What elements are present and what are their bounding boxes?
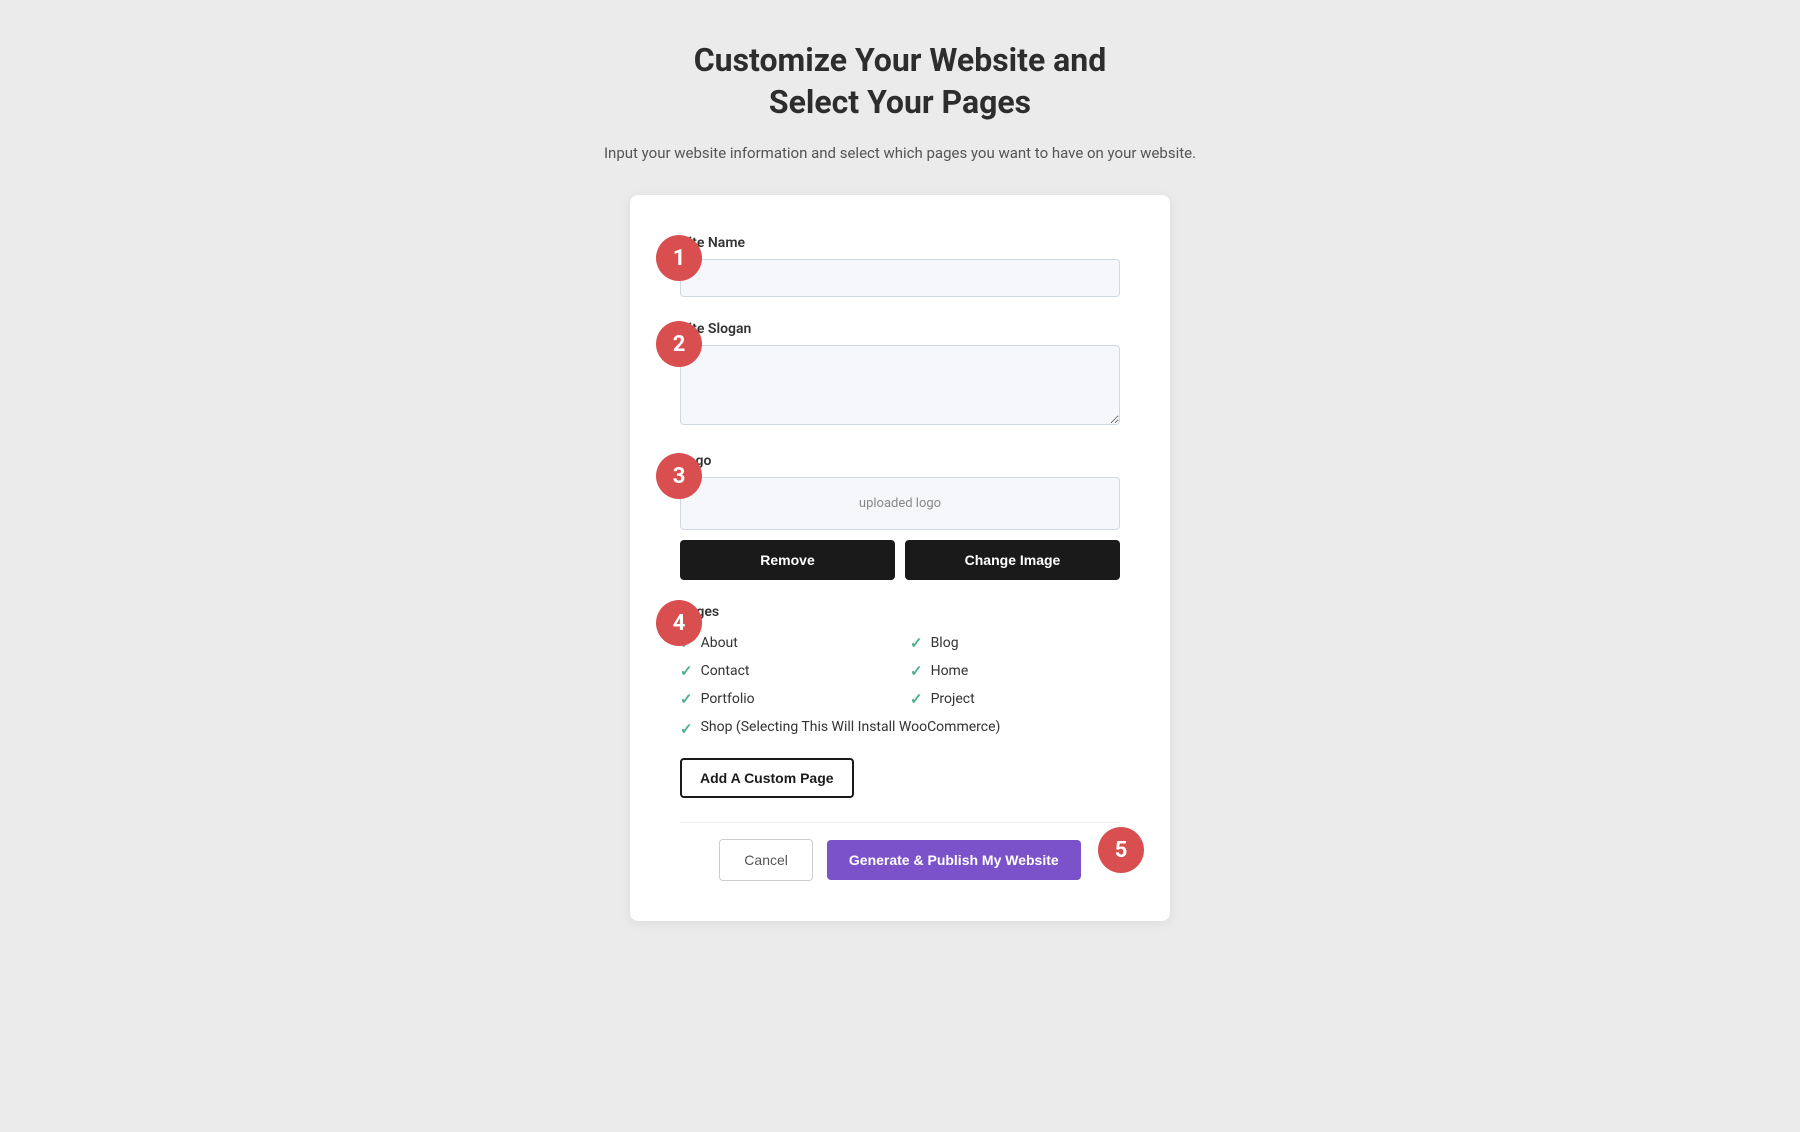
add-custom-page-button[interactable]: Add A Custom Page (680, 758, 854, 798)
page-label-home: Home (931, 663, 969, 679)
check-icon-portfolio: ✓ (680, 690, 693, 708)
logo-preview-text: uploaded logo (859, 496, 941, 511)
page-item-project[interactable]: ✓ Project (910, 690, 1120, 708)
pages-section: 4 Pages ✓ About ✓ Blog ✓ Contact ✓ Home (680, 604, 1120, 798)
pages-label: Pages (680, 604, 1120, 620)
page-header: Customize Your Website and Select Your P… (604, 40, 1196, 165)
step-badge-2: 2 (656, 321, 702, 367)
logo-label: Logo (680, 453, 1120, 469)
page-item-contact[interactable]: ✓ Contact (680, 662, 890, 680)
page-label-about: About (701, 635, 738, 651)
site-slogan-section: 2 Site Slogan (680, 321, 1120, 429)
page-label-project: Project (931, 691, 975, 707)
site-name-section: 1 Site Name (680, 235, 1120, 297)
page-subtitle: Input your website information and selec… (604, 141, 1196, 165)
site-slogan-input[interactable] (680, 345, 1120, 425)
page-title: Customize Your Website and Select Your P… (604, 40, 1196, 123)
cancel-button[interactable]: Cancel (719, 839, 813, 881)
form-card: 1 Site Name 2 Site Slogan 3 Logo uploade… (630, 195, 1170, 921)
check-icon-home: ✓ (910, 662, 923, 680)
page-label-contact: Contact (701, 663, 750, 679)
check-icon-project: ✓ (910, 690, 923, 708)
publish-button[interactable]: Generate & Publish My Website (827, 840, 1081, 880)
page-item-shop[interactable]: ✓ Shop (Selecting This Will Install WooC… (680, 718, 1120, 738)
card-footer: Cancel Generate & Publish My Website 5 (680, 822, 1120, 881)
site-name-input[interactable] (680, 259, 1120, 297)
site-name-label: Site Name (680, 235, 1120, 251)
check-icon-blog: ✓ (910, 634, 923, 652)
page-item-about[interactable]: ✓ About (680, 634, 890, 652)
remove-button[interactable]: Remove (680, 540, 895, 580)
check-icon-contact: ✓ (680, 662, 693, 680)
step-badge-5: 5 (1098, 827, 1144, 873)
page-item-portfolio[interactable]: ✓ Portfolio (680, 690, 890, 708)
step-badge-4: 4 (656, 600, 702, 646)
step-badge-3: 3 (656, 453, 702, 499)
page-label-portfolio: Portfolio (701, 691, 755, 707)
change-image-button[interactable]: Change Image (905, 540, 1120, 580)
logo-actions: Remove Change Image (680, 540, 1120, 580)
pages-grid: ✓ About ✓ Blog ✓ Contact ✓ Home ✓ Portfo… (680, 634, 1120, 738)
page-item-blog[interactable]: ✓ Blog (910, 634, 1120, 652)
page-label-shop: Shop (Selecting This Will Install WooCom… (701, 718, 1001, 738)
page-label-blog: Blog (931, 635, 959, 651)
check-icon-shop: ✓ (680, 720, 693, 738)
logo-preview: uploaded logo (680, 477, 1120, 530)
step-badge-1: 1 (656, 235, 702, 281)
page-item-home[interactable]: ✓ Home (910, 662, 1120, 680)
site-slogan-label: Site Slogan (680, 321, 1120, 337)
logo-section: 3 Logo uploaded logo Remove Change Image (680, 453, 1120, 580)
